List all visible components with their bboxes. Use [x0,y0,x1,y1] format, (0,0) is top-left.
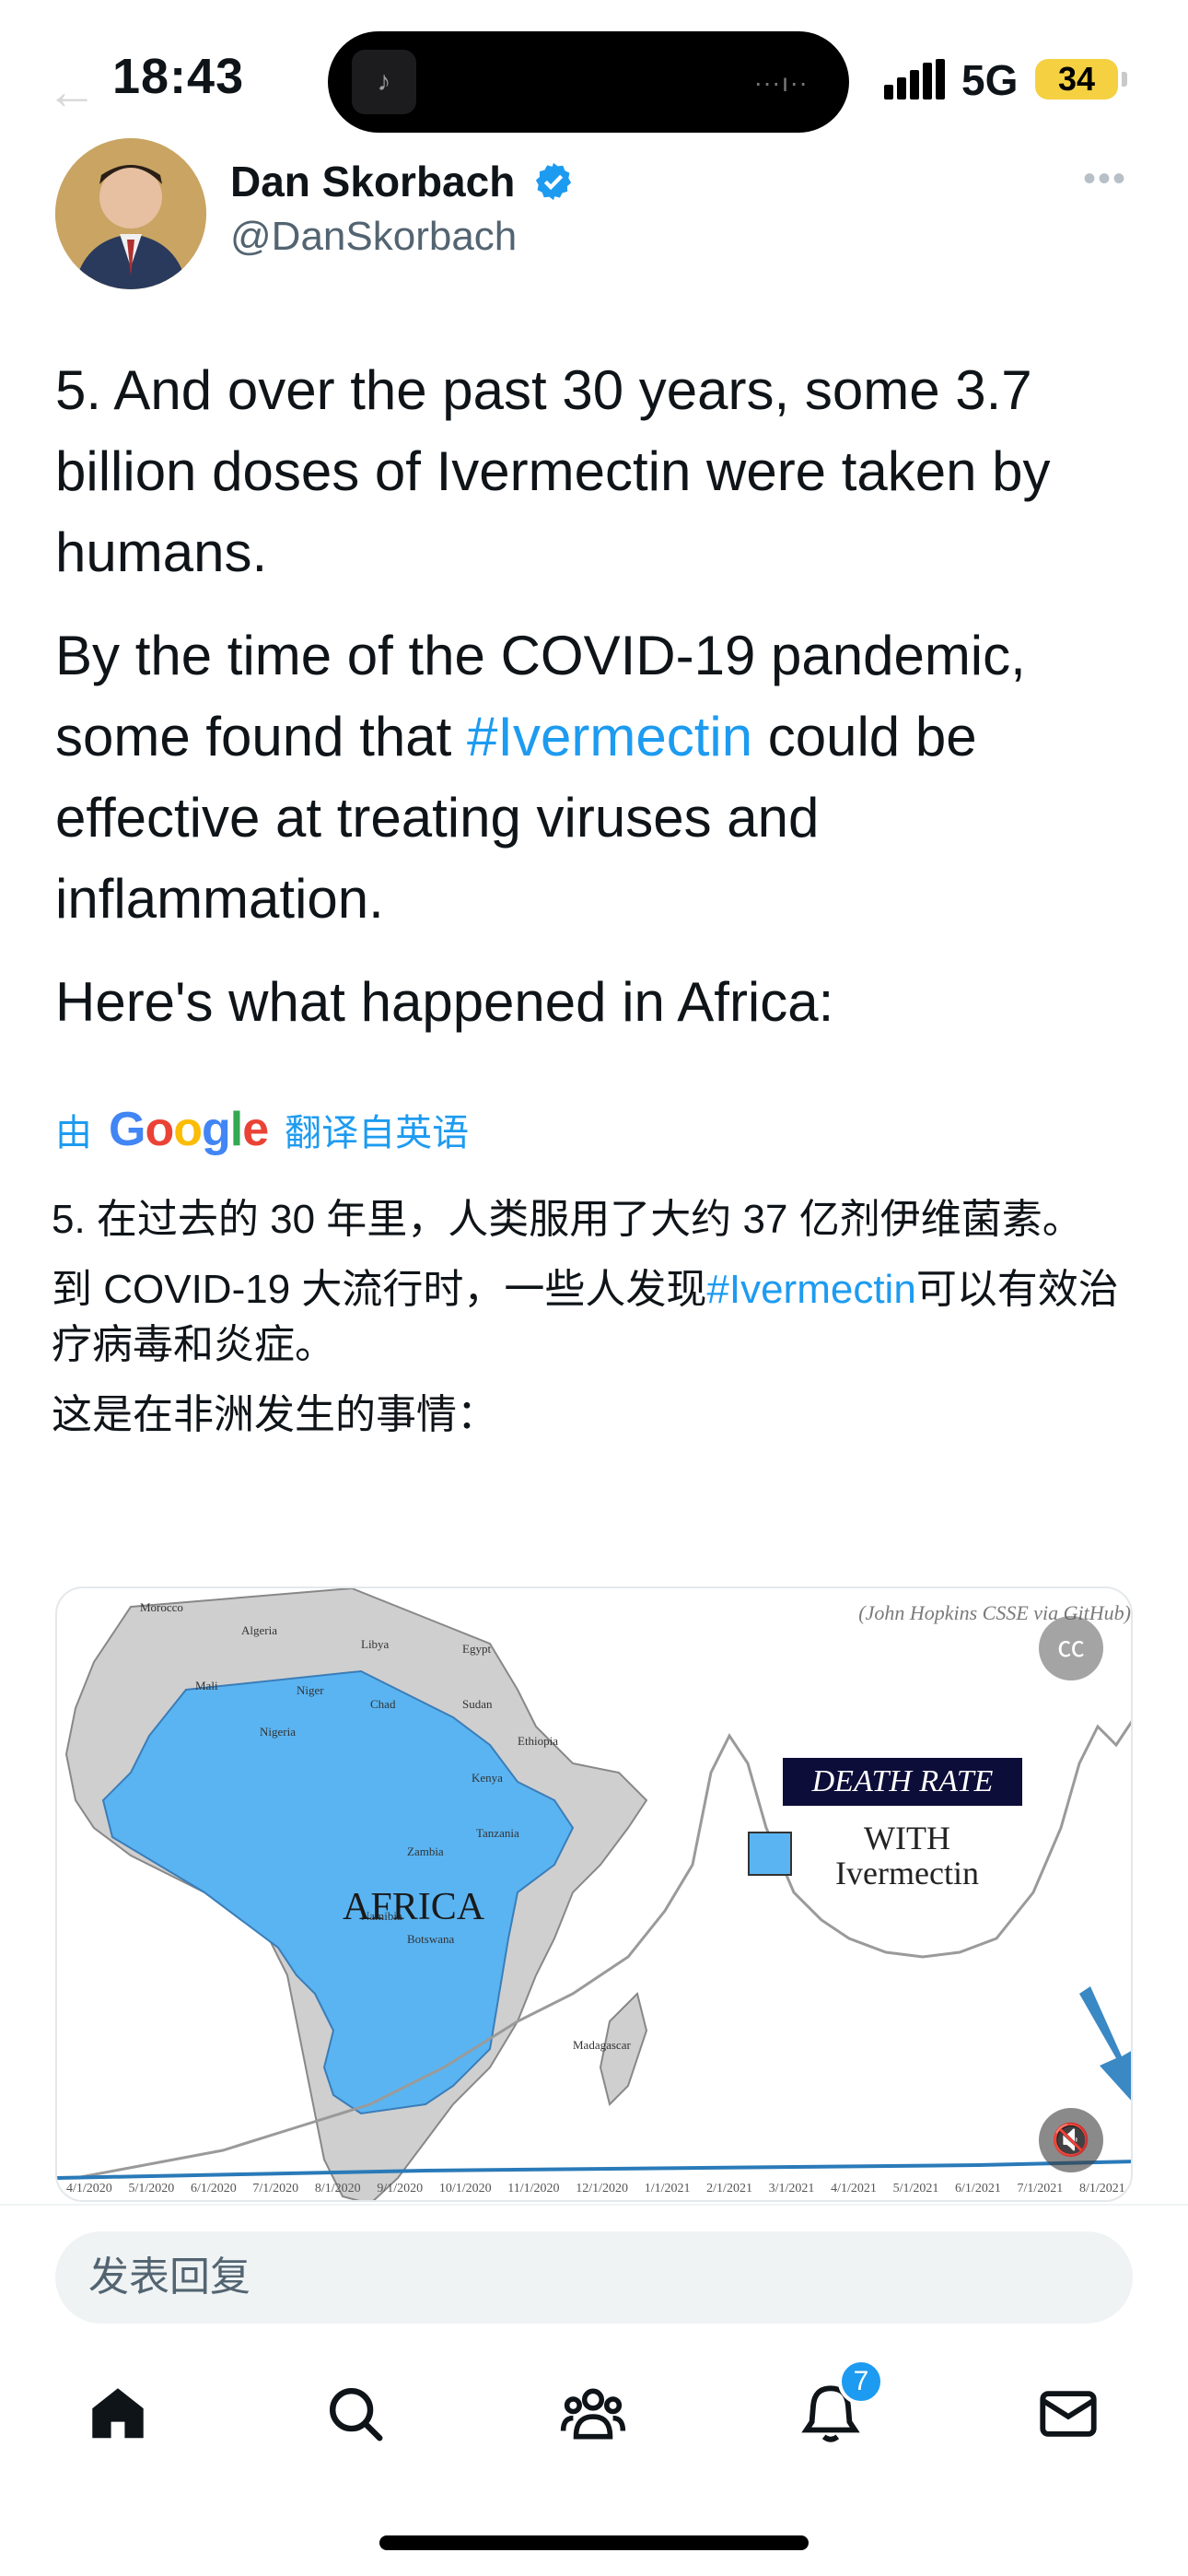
legend-swatch [748,1832,792,1876]
date-tick: 4/1/2021 [831,2182,877,2195]
notifications-badge: 7 [838,2359,884,2405]
author-handle[interactable]: @DanSkorbach [230,214,517,260]
dynamic-island[interactable]: ♪ ∙∙∙ı∙∙ [328,31,849,133]
music-note-icon: ♪ [352,50,416,114]
translated-paragraph: 5. 在过去的 30 年里，人类服用了大约 37 亿剂伊维菌素。 [52,1197,1083,1242]
country-label: Algeria [241,1623,277,1637]
date-tick: 5/1/2020 [128,2182,175,2195]
translated-paragraph: 这是在非洲发生的事情： [52,1392,497,1437]
date-tick: 7/1/2021 [1017,2182,1064,2195]
tab-communities[interactable] [538,2359,648,2469]
hashtag-link[interactable]: #Ivermectin [467,706,752,767]
captions-icon[interactable]: ㏄ [1039,1616,1103,1680]
tab-home[interactable] [63,2359,173,2469]
more-options-icon[interactable]: ••• [1083,158,1127,200]
country-label: Zambia [407,1844,444,1858]
battery-level: 34 [1035,59,1118,100]
network-type: 5G [961,56,1019,104]
reply-box[interactable] [55,2231,1133,2324]
country-label: Tanzania [476,1826,519,1840]
country-label: Ethiopia [518,1734,558,1748]
date-tick: 7/1/2020 [252,2182,299,2195]
divider [0,2204,1188,2206]
audio-wave-icon: ∙∙∙ı∙∙ [754,68,809,97]
mute-icon[interactable]: 🔇 [1039,2108,1103,2172]
home-icon [92,2388,144,2439]
date-tick: 1/1/2021 [644,2182,691,2195]
date-tick: 11/1/2020 [507,2182,560,2195]
tab-messages[interactable] [1013,2359,1124,2469]
search-icon [330,2388,383,2441]
google-logo: Google [109,1103,269,1156]
country-label: Morocco [140,1600,183,1614]
country-label: Mali [195,1679,218,1692]
date-tick: 3/1/2021 [768,2182,815,2195]
legend-with: WITH [864,1820,950,1856]
date-tick: 6/1/2020 [190,2182,237,2195]
bottom-tab-bar: 7 [0,2359,1188,2469]
date-axis: 4/1/2020 5/1/2020 6/1/2020 7/1/2020 8/1/2020… [66,2182,1125,2196]
translation-prefix: 由 [55,1113,92,1153]
country-label: Niger [297,1683,324,1697]
date-tick: 2/1/2021 [706,2182,752,2195]
reply-input[interactable] [55,2231,1133,2324]
date-tick: 4/1/2020 [66,2182,112,2195]
country-label: Libya [361,1637,390,1651]
date-tick: 10/1/2020 [438,2182,492,2195]
date-tick: 5/1/2021 [892,2182,939,2195]
africa-label: AFRICA [343,1886,485,1928]
verified-badge-icon [535,162,572,201]
date-tick: 6/1/2021 [955,2182,1001,2195]
status-time: 18:43 [112,49,245,104]
country-label: Sudan [462,1697,493,1711]
africa-chart-graphic: Morocco Algeria Libya Egypt Mali Niger Chad Sud… [57,1588,1131,2200]
date-tick: 8/1/2020 [314,2182,361,2195]
tweet-body: 5. And over the past 30 years, some 3.7 … [55,350,1142,1065]
avatar[interactable] [55,138,206,289]
legend-text: WITH Ivermectin [810,1821,1004,1891]
cellular-signal-icon [884,59,945,100]
translated-body: 5. 在过去的 30 年里，人类服用了大约 37 亿剂伊维菌素。 到 COVID… [52,1192,1147,1458]
home-indicator[interactable] [379,2535,809,2550]
date-tick: 8/1/2021 [1078,2182,1125,2195]
country-label: Madagascar [573,2038,631,2052]
status-bar: ← 18:43 ♪ ∙∙∙ı∙∙ 5G 34 [0,0,1188,157]
country-label: Kenya [472,1771,503,1785]
legend-ivermectin: Ivermectin [835,1855,979,1891]
hashtag-link[interactable]: #Ivermectin [706,1267,915,1312]
translation-suffix: 翻译自英语 [285,1113,470,1153]
tab-notifications[interactable]: 7 [775,2359,886,2469]
tweet-paragraph: 5. And over the past 30 years, some 3.7 … [55,359,1051,583]
country-label: Egypt [462,1642,491,1656]
translation-attribution[interactable]: 由 Google 翻译自英语 [55,1102,469,1157]
communities-icon [560,2388,626,2440]
mail-icon [1040,2391,1097,2437]
date-tick: 9/1/2020 [377,2182,424,2195]
country-label: Nigeria [260,1725,296,1739]
tweet-paragraph: Here's what happened in Africa: [55,971,834,1033]
date-tick: 12/1/2020 [576,2182,629,2195]
country-label: Botswana [407,1932,455,1946]
translated-paragraph: 到 COVID-19 大流行时，一些人发现#Ivermectin可以有效治疗病毒… [52,1262,1147,1373]
tab-search[interactable] [300,2359,411,2469]
death-rate-label: DEATH RATE [783,1758,1022,1806]
back-arrow-icon[interactable]: ← [46,61,98,121]
country-label: Chad [370,1697,396,1711]
author-name[interactable]: Dan Skorbach [230,157,515,206]
tweet-media-video[interactable]: Morocco Algeria Libya Egypt Mali Niger Chad Sud… [55,1587,1133,2202]
tweet-paragraph: By the time of the COVID-19 pandemic, so… [55,615,1142,940]
battery-tip [1122,72,1127,87]
translated-text-span: 到 COVID-19 大流行时，一些人发现 [52,1267,707,1312]
